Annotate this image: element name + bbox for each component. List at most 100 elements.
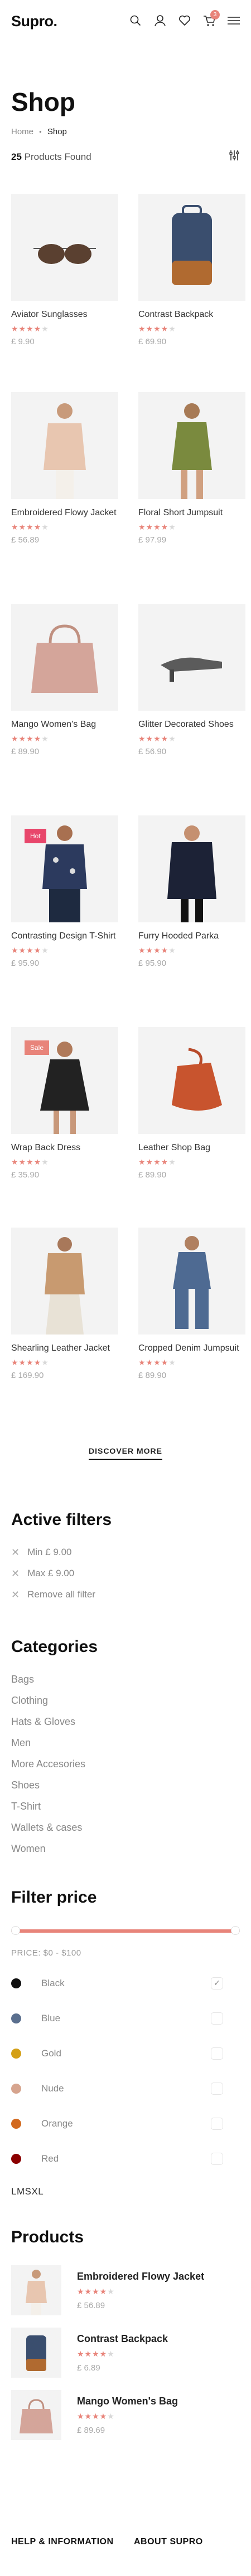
color-option[interactable]: Nude	[11, 2071, 240, 2106]
size-filter-list[interactable]: LMSXL	[11, 2186, 240, 2197]
category-item[interactable]: Wallets & cases	[11, 1817, 240, 1838]
product-rating: ★★★★★	[138, 946, 176, 955]
search-icon[interactable]	[127, 12, 144, 29]
category-item[interactable]: Bags	[11, 1669, 240, 1690]
color-option[interactable]: Black ✓	[11, 1966, 240, 2001]
product-name[interactable]: Glitter Decorated Shoes	[138, 718, 245, 731]
product-name[interactable]: Leather Shop Bag	[138, 1142, 245, 1154]
category-item[interactable]: Men	[11, 1732, 240, 1753]
product-card[interactable]: Mango Women's Bag ★★★★★ £ 89.90	[11, 604, 118, 756]
product-name[interactable]: Aviator Sunglasses	[11, 309, 118, 321]
price-slider-max-handle[interactable]	[231, 1926, 240, 1935]
widget-product[interactable]: Contrast Backpack ★★★★★ £ 6.89	[11, 2321, 240, 2384]
checkbox-icon[interactable]	[211, 2012, 223, 2025]
categories-section: Categories Bags Clothing Hats & Gloves M…	[11, 1638, 240, 1859]
remove-icon[interactable]: ✕	[11, 1568, 20, 1580]
product-image[interactable]	[11, 604, 118, 711]
category-item[interactable]: Women	[11, 1838, 240, 1859]
product-image[interactable]: Sale	[11, 1027, 118, 1134]
color-option[interactable]: Blue	[11, 2001, 240, 2036]
discover-more-link[interactable]: DISCOVER MORE	[88, 1446, 162, 1460]
active-filter-min[interactable]: ✕ Min £ 9.00	[11, 1542, 240, 1563]
product-image[interactable]: Hot	[11, 815, 118, 922]
color-label: Gold	[41, 2047, 61, 2059]
product-name[interactable]: Embroidered Flowy Jacket	[11, 507, 118, 519]
product-name[interactable]: Floral Short Jumpsuit	[138, 507, 245, 519]
category-item[interactable]: Shoes	[11, 1775, 240, 1796]
widget-product-name[interactable]: Embroidered Flowy Jacket	[77, 2271, 204, 2282]
product-card[interactable]: Shearling Leather Jacket ★★★★★ £ 169.90	[11, 1228, 118, 1380]
product-card[interactable]: Cropped Denim Jumpsuit ★★★★★ £ 89.90	[138, 1228, 245, 1380]
color-option[interactable]: Orange	[11, 2106, 240, 2141]
product-image[interactable]	[138, 1027, 245, 1134]
checkbox-icon[interactable]	[211, 2082, 223, 2095]
category-item[interactable]: More Accesories	[11, 1753, 240, 1775]
product-card[interactable]: Hot Contrasting Design T-Shirt ★★★★★ £ 9…	[11, 815, 118, 968]
results-number: 25	[11, 151, 22, 162]
menu-icon[interactable]	[225, 12, 242, 29]
product-name[interactable]: Contrast Backpack	[138, 309, 245, 321]
product-image[interactable]	[11, 194, 118, 301]
color-swatch	[11, 2048, 21, 2059]
product-image[interactable]	[138, 194, 245, 301]
checkbox-icon[interactable]	[211, 2152, 223, 2165]
active-filter-max[interactable]: ✕ Max £ 9.00	[11, 1563, 240, 1584]
product-image[interactable]	[11, 1228, 118, 1335]
price-slider-min-handle[interactable]	[11, 1926, 20, 1935]
product-rating: ★★★★★	[11, 1358, 49, 1367]
color-swatch	[11, 2118, 21, 2129]
widget-product[interactable]: Mango Women's Bag ★★★★★ £ 89.69	[11, 2384, 240, 2446]
product-name[interactable]: Wrap Back Dress	[11, 1142, 118, 1154]
products-widget-title: Products	[11, 2228, 84, 2246]
logo[interactable]: Supro.	[11, 13, 57, 30]
product-rating: ★★★★★	[11, 1157, 49, 1166]
widget-product-name[interactable]: Contrast Backpack	[77, 2333, 168, 2345]
product-price: £ 89.90	[138, 1371, 167, 1380]
checkbox-icon[interactable]	[211, 2117, 223, 2130]
product-card[interactable]: Embroidered Flowy Jacket ★★★★★ £ 56.89	[11, 392, 118, 545]
user-icon[interactable]	[152, 12, 168, 29]
product-image[interactable]	[138, 1228, 245, 1335]
product-price: £ 35.90	[11, 1170, 40, 1180]
widget-product-image[interactable]	[11, 2265, 61, 2315]
remove-all-filters[interactable]: ✕ Remove all filter	[11, 1584, 240, 1605]
product-card[interactable]: Glitter Decorated Shoes ★★★★★ £ 56.90	[138, 604, 245, 756]
remove-icon[interactable]: ✕	[11, 1547, 20, 1558]
price-slider[interactable]	[11, 1926, 240, 1935]
product-card[interactable]: Furry Hooded Parka ★★★★★ £ 95.90	[138, 815, 245, 968]
color-label: Blue	[41, 2012, 61, 2023]
product-image[interactable]	[11, 392, 118, 499]
heart-icon[interactable]	[176, 12, 193, 29]
product-image[interactable]	[138, 392, 245, 499]
product-card[interactable]: Aviator Sunglasses ★★★★★ £ 9.90	[11, 194, 118, 346]
category-item[interactable]: T-Shirt	[11, 1796, 240, 1817]
product-rating: ★★★★★	[138, 324, 176, 333]
category-item[interactable]: Clothing	[11, 1690, 240, 1711]
product-name[interactable]: Cropped Denim Jumpsuit	[138, 1342, 245, 1355]
product-card[interactable]: Contrast Backpack ★★★★★ £ 69.90	[138, 194, 245, 346]
widget-product-name[interactable]: Mango Women's Bag	[77, 2396, 178, 2407]
footer: HELP & INFORMATION ABOUT SUPRO	[11, 2536, 240, 2548]
filter-sliders-icon[interactable]	[229, 150, 240, 164]
product-card[interactable]: Sale Wrap Back Dress ★★★★★ £ 35.90	[11, 1027, 118, 1180]
remove-icon[interactable]: ✕	[11, 1589, 20, 1601]
product-card[interactable]: Floral Short Jumpsuit ★★★★★ £ 97.99	[138, 392, 245, 545]
product-image[interactable]	[138, 604, 245, 711]
breadcrumb-home[interactable]: Home	[11, 127, 33, 136]
product-name[interactable]: Mango Women's Bag	[11, 718, 118, 731]
widget-product-image[interactable]	[11, 2390, 61, 2440]
checkbox-checked-icon[interactable]: ✓	[211, 1977, 223, 1990]
color-option[interactable]: Red	[11, 2141, 240, 2176]
color-label: Red	[41, 2153, 59, 2164]
widget-product[interactable]: Embroidered Flowy Jacket ★★★★★ £ 56.89	[11, 2259, 240, 2321]
checkbox-icon[interactable]	[211, 2047, 223, 2060]
cart-icon[interactable]: 3	[201, 10, 220, 29]
product-name[interactable]: Shearling Leather Jacket	[11, 1342, 118, 1355]
product-name[interactable]: Contrasting Design T-Shirt	[11, 930, 118, 942]
category-item[interactable]: Hats & Gloves	[11, 1711, 240, 1732]
color-option[interactable]: Gold	[11, 2036, 240, 2071]
product-name[interactable]: Furry Hooded Parka	[138, 930, 245, 942]
product-image[interactable]	[138, 815, 245, 922]
product-card[interactable]: Leather Shop Bag ★★★★★ £ 89.90	[138, 1027, 245, 1180]
widget-product-image[interactable]	[11, 2328, 61, 2378]
